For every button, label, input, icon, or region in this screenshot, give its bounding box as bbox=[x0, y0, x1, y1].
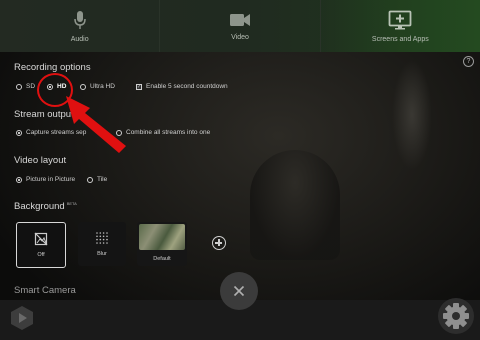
tab-screens-label: Screens and Apps bbox=[371, 35, 429, 43]
beta-badge: BETA bbox=[66, 201, 77, 206]
close-button[interactable] bbox=[220, 272, 258, 310]
video-camera-icon bbox=[229, 13, 250, 26]
camera-preview-light bbox=[392, 60, 432, 170]
pip-radio[interactable] bbox=[16, 176, 22, 183]
annotation-arrow bbox=[66, 96, 126, 153]
camera-preview-person bbox=[250, 150, 340, 260]
smart-camera-title: Smart Camera bbox=[14, 285, 76, 296]
countdown-label: Enable 5 second countdown bbox=[146, 83, 228, 90]
plus-circle-icon[interactable] bbox=[212, 236, 226, 250]
option-sd[interactable]: SD bbox=[16, 83, 35, 90]
option-picture-in-picture[interactable]: Picture in Picture bbox=[16, 176, 75, 183]
capture-separately-radio[interactable] bbox=[16, 129, 22, 136]
tab-audio-label: Audio bbox=[70, 35, 89, 43]
gear-icon bbox=[443, 303, 469, 329]
option-tile[interactable]: Tile bbox=[87, 176, 107, 183]
sd-label: SD bbox=[26, 83, 36, 90]
settings-button[interactable] bbox=[438, 298, 474, 334]
background-default-label: Default bbox=[153, 256, 171, 262]
recording-options-title: Recording options bbox=[14, 62, 91, 73]
sd-radio[interactable] bbox=[16, 83, 22, 90]
no-background-icon bbox=[34, 232, 48, 246]
option-countdown[interactable]: ✓ Enable 5 second countdown bbox=[136, 83, 228, 90]
background-title: Background BETA bbox=[14, 201, 77, 212]
tab-video-label: Video bbox=[231, 33, 249, 41]
tab-screens-and-apps[interactable]: Screens and Apps bbox=[320, 0, 480, 52]
tile-label: Tile bbox=[97, 176, 108, 183]
pip-label: Picture in Picture bbox=[26, 176, 76, 183]
background-off-label: Off bbox=[37, 252, 45, 258]
tile-radio[interactable] bbox=[87, 176, 93, 183]
screen-add-icon bbox=[388, 10, 412, 29]
microphone-icon bbox=[73, 10, 86, 29]
tab-video[interactable]: Video bbox=[160, 0, 321, 52]
tab-audio[interactable]: Audio bbox=[0, 0, 161, 52]
background-blur-card[interactable]: Blur bbox=[78, 222, 126, 266]
background-default-card[interactable]: Default bbox=[137, 222, 187, 266]
background-blur-label: Blur bbox=[97, 251, 107, 257]
video-layout-title: Video layout bbox=[14, 155, 67, 166]
help-icon[interactable]: ? bbox=[463, 56, 474, 67]
app-logo-icon bbox=[11, 306, 33, 330]
landscape-thumbnail bbox=[139, 224, 185, 250]
background-title-text: Background bbox=[14, 201, 65, 212]
source-tabs: Audio Video Screens and Apps bbox=[0, 0, 480, 52]
background-off-card[interactable]: Off bbox=[16, 222, 66, 268]
blur-dots-icon bbox=[96, 232, 108, 244]
close-icon bbox=[233, 285, 245, 297]
